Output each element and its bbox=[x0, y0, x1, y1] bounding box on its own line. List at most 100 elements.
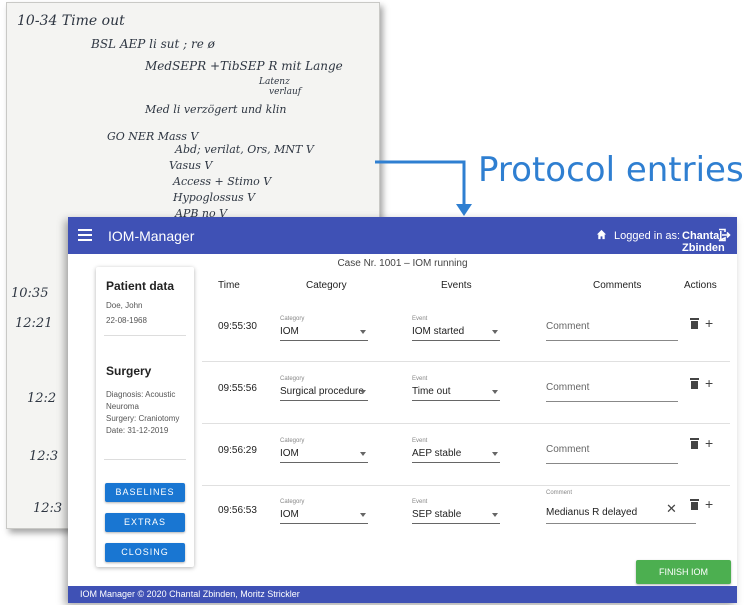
row-time: 09:55:30 bbox=[218, 321, 257, 332]
iom-manager-window: IOM-Manager Logged in as: Chantal Zbinde… bbox=[68, 217, 737, 603]
header-comments: Comments bbox=[593, 280, 642, 291]
event-select-label: Event bbox=[412, 316, 428, 322]
protocol-entries-callout: Protocol entries bbox=[478, 150, 744, 190]
add-entry-icon[interactable]: + bbox=[705, 436, 713, 450]
extras-button[interactable]: EXTRAS bbox=[105, 513, 185, 532]
note-line: BSL AEP li sut ; re ø bbox=[91, 37, 215, 51]
comment-placeholder: Comment bbox=[546, 444, 590, 455]
event-value: SEP stable bbox=[412, 509, 462, 520]
dropdown-arrow-icon bbox=[492, 390, 498, 394]
comment-placeholder: Comment bbox=[546, 321, 590, 332]
add-entry-icon[interactable]: + bbox=[705, 497, 713, 511]
event-value: IOM started bbox=[412, 326, 465, 337]
note-line: 10-34 Time out bbox=[17, 13, 125, 29]
event-select[interactable]: Event Time out bbox=[412, 376, 500, 401]
add-entry-icon[interactable]: + bbox=[705, 376, 713, 390]
clear-comment-icon[interactable]: ✕ bbox=[666, 501, 677, 517]
event-select[interactable]: Event AEP stable bbox=[412, 438, 500, 463]
logged-in-label: Logged in as: bbox=[614, 230, 681, 242]
row-time: 09:55:56 bbox=[218, 383, 257, 394]
event-select-label: Event bbox=[412, 438, 428, 444]
table-row: 09:55:56 Category Surgical procedure Eve… bbox=[202, 364, 730, 424]
header-events: Events bbox=[441, 280, 472, 291]
add-entry-icon[interactable]: + bbox=[705, 316, 713, 330]
category-select[interactable]: Category IOM bbox=[280, 316, 368, 341]
category-value: IOM bbox=[280, 326, 299, 337]
comment-input[interactable]: Comment bbox=[546, 315, 678, 341]
category-value: IOM bbox=[280, 509, 299, 520]
table-row: 09:55:30 Category IOM Event IOM started … bbox=[202, 302, 730, 362]
trash-icon[interactable] bbox=[690, 438, 699, 449]
app-header: IOM-Manager Logged in as: Chantal Zbinde… bbox=[68, 217, 737, 254]
comment-field-label: Comment bbox=[546, 490, 573, 496]
menu-icon[interactable] bbox=[78, 226, 92, 244]
patient-sidebar: Patient data Doe, John 22-08-1968 Surger… bbox=[96, 267, 194, 567]
comment-input[interactable]: Comment bbox=[546, 376, 678, 402]
trash-icon[interactable] bbox=[690, 318, 699, 329]
note-line: Access + Stimo V bbox=[173, 175, 272, 188]
note-line: GO NER Mass V bbox=[107, 130, 199, 143]
note-line: Latenz bbox=[259, 77, 290, 87]
patient-data-title: Patient data bbox=[106, 279, 175, 293]
header-category: Category bbox=[306, 280, 347, 291]
category-select[interactable]: Category IOM bbox=[280, 499, 368, 524]
note-line: Abd; verilat, Ors, MNT V bbox=[175, 143, 314, 156]
dropdown-arrow-icon bbox=[492, 330, 498, 334]
patient-dob: 22-08-1968 bbox=[106, 316, 147, 325]
trash-icon[interactable] bbox=[690, 378, 699, 389]
note-line: Hypoglossus V bbox=[173, 191, 256, 204]
trash-icon[interactable] bbox=[690, 499, 699, 510]
patient-name: Doe, John bbox=[106, 301, 143, 310]
category-select[interactable]: Category Surgical procedure bbox=[280, 376, 368, 401]
dropdown-arrow-icon bbox=[360, 330, 366, 334]
note-line: Vasus V bbox=[169, 159, 213, 172]
app-title: IOM-Manager bbox=[108, 228, 195, 244]
row-time: 09:56:29 bbox=[218, 445, 257, 456]
dropdown-arrow-icon bbox=[492, 513, 498, 517]
note-time: 12:3 bbox=[29, 449, 59, 464]
dropdown-arrow-icon bbox=[360, 513, 366, 517]
finish-iom-button[interactable]: FINISH IOM bbox=[636, 560, 731, 584]
surgery-date: Date: 31-12-2019 bbox=[106, 426, 169, 435]
event-select-label: Event bbox=[412, 376, 428, 382]
logout-icon[interactable] bbox=[717, 228, 731, 242]
event-select[interactable]: Event SEP stable bbox=[412, 499, 500, 524]
dropdown-arrow-icon bbox=[492, 452, 498, 456]
category-select[interactable]: Category IOM bbox=[280, 438, 368, 463]
note-time: 12:21 bbox=[15, 316, 53, 331]
event-value: Time out bbox=[412, 386, 451, 397]
callout-arrow bbox=[375, 160, 472, 216]
home-icon[interactable] bbox=[596, 229, 607, 240]
note-line: verlauf bbox=[269, 87, 302, 97]
surgery-title: Surgery bbox=[106, 364, 152, 378]
diagnosis-text: Neuroma bbox=[106, 402, 139, 411]
row-time: 09:56:53 bbox=[218, 505, 257, 516]
note-line: Med li verzögert und klin bbox=[145, 103, 287, 116]
category-select-label: Category bbox=[280, 438, 305, 444]
category-select-label: Category bbox=[280, 499, 305, 505]
note-time: 12:3 bbox=[33, 501, 63, 516]
category-select-label: Category bbox=[280, 316, 305, 322]
divider bbox=[104, 459, 186, 460]
surgery-type: Surgery: Craniotomy bbox=[106, 414, 180, 423]
footer: IOM Manager © 2020 Chantal Zbinden, Mori… bbox=[68, 586, 737, 603]
dropdown-arrow-icon bbox=[360, 390, 366, 394]
event-select-label: Event bbox=[412, 499, 428, 505]
closing-button[interactable]: CLOSING bbox=[105, 543, 185, 562]
event-select[interactable]: Event IOM started bbox=[412, 316, 500, 341]
header-time: Time bbox=[218, 280, 240, 291]
table-row: 09:56:29 Category IOM Event AEP stable C… bbox=[202, 426, 730, 486]
header-actions: Actions bbox=[684, 280, 717, 291]
category-value: Surgical procedure bbox=[280, 386, 364, 397]
category-select-label: Category bbox=[280, 376, 305, 382]
diagnosis-text: Diagnosis: Acoustic bbox=[106, 390, 176, 399]
divider bbox=[104, 335, 186, 336]
comment-placeholder: Comment bbox=[546, 382, 590, 393]
baselines-button[interactable]: BASELINES bbox=[105, 483, 185, 502]
dropdown-arrow-icon bbox=[360, 452, 366, 456]
note-time: 12:2 bbox=[27, 391, 57, 406]
comment-value: Medianus R delayed bbox=[546, 507, 638, 518]
category-value: IOM bbox=[280, 448, 299, 459]
comment-input[interactable]: Comment bbox=[546, 438, 678, 464]
note-line: MedSEPR +TibSEP R mit Lange bbox=[145, 59, 343, 73]
